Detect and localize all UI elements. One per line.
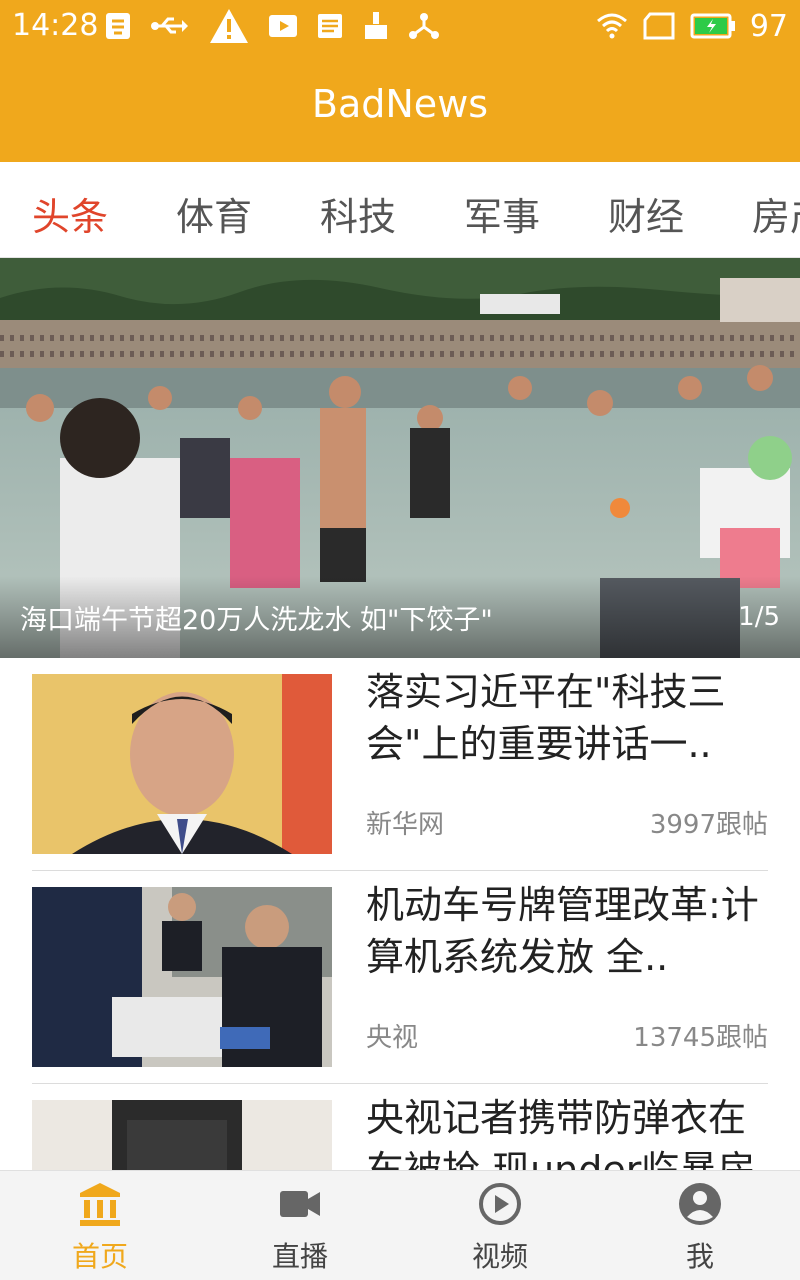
share-icon — [409, 13, 439, 39]
battery-charging-icon — [690, 13, 735, 39]
status-bar: 14:28 97 — [0, 0, 800, 52]
warning-icon — [210, 9, 248, 43]
news-comment-count: 3997跟帖 — [649, 810, 768, 840]
news-title: 落实习近平在"科技三会"上的重要讲话一.. — [366, 670, 726, 766]
battery-level: 97 — [749, 8, 788, 44]
headline-banner[interactable]: 海口端午节超20万人洗龙水 如"下饺子" 1/5 — [0, 258, 800, 658]
sim-icon — [643, 12, 675, 40]
video-camera-icon — [280, 1191, 320, 1217]
tab-technology[interactable]: 科技 — [320, 186, 396, 241]
bank-icon — [80, 1183, 120, 1226]
nav-me-label: 我 — [685, 1240, 714, 1273]
broom-icon — [365, 12, 387, 39]
banner-caption: 海口端午节超20万人洗龙水 如"下饺子" — [20, 605, 493, 636]
play-circle-icon — [479, 1183, 521, 1225]
nav-me[interactable]: 我 — [600, 1171, 800, 1280]
usb-icon — [151, 17, 188, 34]
news-thumbnail — [32, 674, 332, 854]
tab-finance[interactable]: 财经 — [608, 186, 684, 241]
user-icon — [679, 1183, 721, 1225]
app-screen: 14:28 97 BadNews 头条 体育 科技 军事 财经 房产 — [0, 0, 800, 1280]
news-item[interactable]: 落实习近平在"科技三会"上的重要讲话一.. 新华网 3997跟帖 — [32, 658, 768, 871]
tab-military[interactable]: 军事 — [464, 186, 540, 241]
tab-sports[interactable]: 体育 — [176, 186, 252, 241]
bottom-navigation: 首页 直播 视频 我 — [0, 1170, 800, 1280]
news-title: 机动车号牌管理改革:计算机系统发放 全.. — [366, 883, 759, 979]
status-time: 14:28 — [12, 8, 99, 43]
news-comment-count: 13745跟帖 — [633, 1023, 768, 1053]
tab-headlines[interactable]: 头条 — [32, 186, 108, 241]
wifi-icon — [596, 13, 627, 39]
app-notification-icon — [106, 13, 130, 39]
news-thumbnail — [32, 887, 332, 1067]
news-item[interactable]: 机动车号牌管理改革:计算机系统发放 全.. 央视 13745跟帖 — [32, 871, 768, 1084]
banner-page-indicator: 1/5 — [738, 602, 780, 632]
video-icon — [269, 15, 297, 37]
news-source: 新华网 — [366, 810, 445, 840]
nav-live[interactable]: 直播 — [200, 1171, 400, 1280]
category-tabs: 头条 体育 科技 军事 财经 房产 — [0, 162, 800, 258]
nav-video[interactable]: 视频 — [400, 1171, 600, 1280]
nav-live-label: 直播 — [271, 1240, 328, 1273]
document-icon — [318, 14, 342, 38]
top-bar: 14:28 97 BadNews — [0, 0, 800, 162]
nav-home[interactable]: 首页 — [0, 1171, 200, 1280]
news-source: 央视 — [366, 1023, 419, 1053]
nav-home-label: 首页 — [71, 1240, 128, 1273]
nav-video-label: 视频 — [471, 1240, 528, 1273]
tab-real-estate[interactable]: 房产 — [752, 186, 800, 241]
app-title: BadNews — [311, 82, 489, 126]
